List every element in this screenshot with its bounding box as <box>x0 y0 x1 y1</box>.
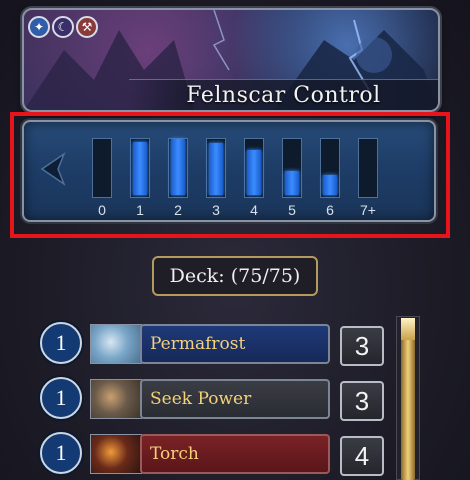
card-cost-badge: 1 <box>40 377 82 419</box>
card-name: Seek Power <box>140 379 330 419</box>
card-quantity: 3 <box>340 381 384 421</box>
card-art-thumbnail <box>90 324 142 364</box>
card-quantity: 3 <box>340 326 384 366</box>
card-row[interactable]: 1 Torch 4 <box>36 428 396 478</box>
card-row[interactable]: 1 Permafrost 3 <box>36 318 396 368</box>
card-cost-badge: 1 <box>40 432 82 474</box>
card-cost-badge: 1 <box>40 322 82 364</box>
deck-banner[interactable]: ✦ ☾ ⚒ Felnscar Control <box>22 8 440 112</box>
card-art-thumbnail <box>90 379 142 419</box>
moon-region-icon: ☾ <box>52 16 74 38</box>
deck-count-badge: Deck: (75/75) <box>152 256 318 296</box>
card-quantity: 4 <box>340 436 384 476</box>
card-name: Permafrost <box>140 324 330 364</box>
scrollbar-thumb[interactable] <box>401 318 415 480</box>
hammer-region-icon: ⚒ <box>76 16 98 38</box>
deck-title: Felnscar Control <box>186 83 381 108</box>
mana-curve-highlight <box>10 112 450 238</box>
card-art-thumbnail <box>90 434 142 474</box>
paw-region-icon: ✦ <box>28 16 50 38</box>
card-name: Torch <box>140 434 330 474</box>
card-row[interactable]: 1 Seek Power 3 <box>36 373 396 423</box>
card-list: 1 Permafrost 3 1 Seek Power 3 1 Torch 4 <box>36 318 428 480</box>
scrollbar-cap <box>401 318 415 340</box>
region-icons: ✦ ☾ ⚒ <box>28 16 98 38</box>
